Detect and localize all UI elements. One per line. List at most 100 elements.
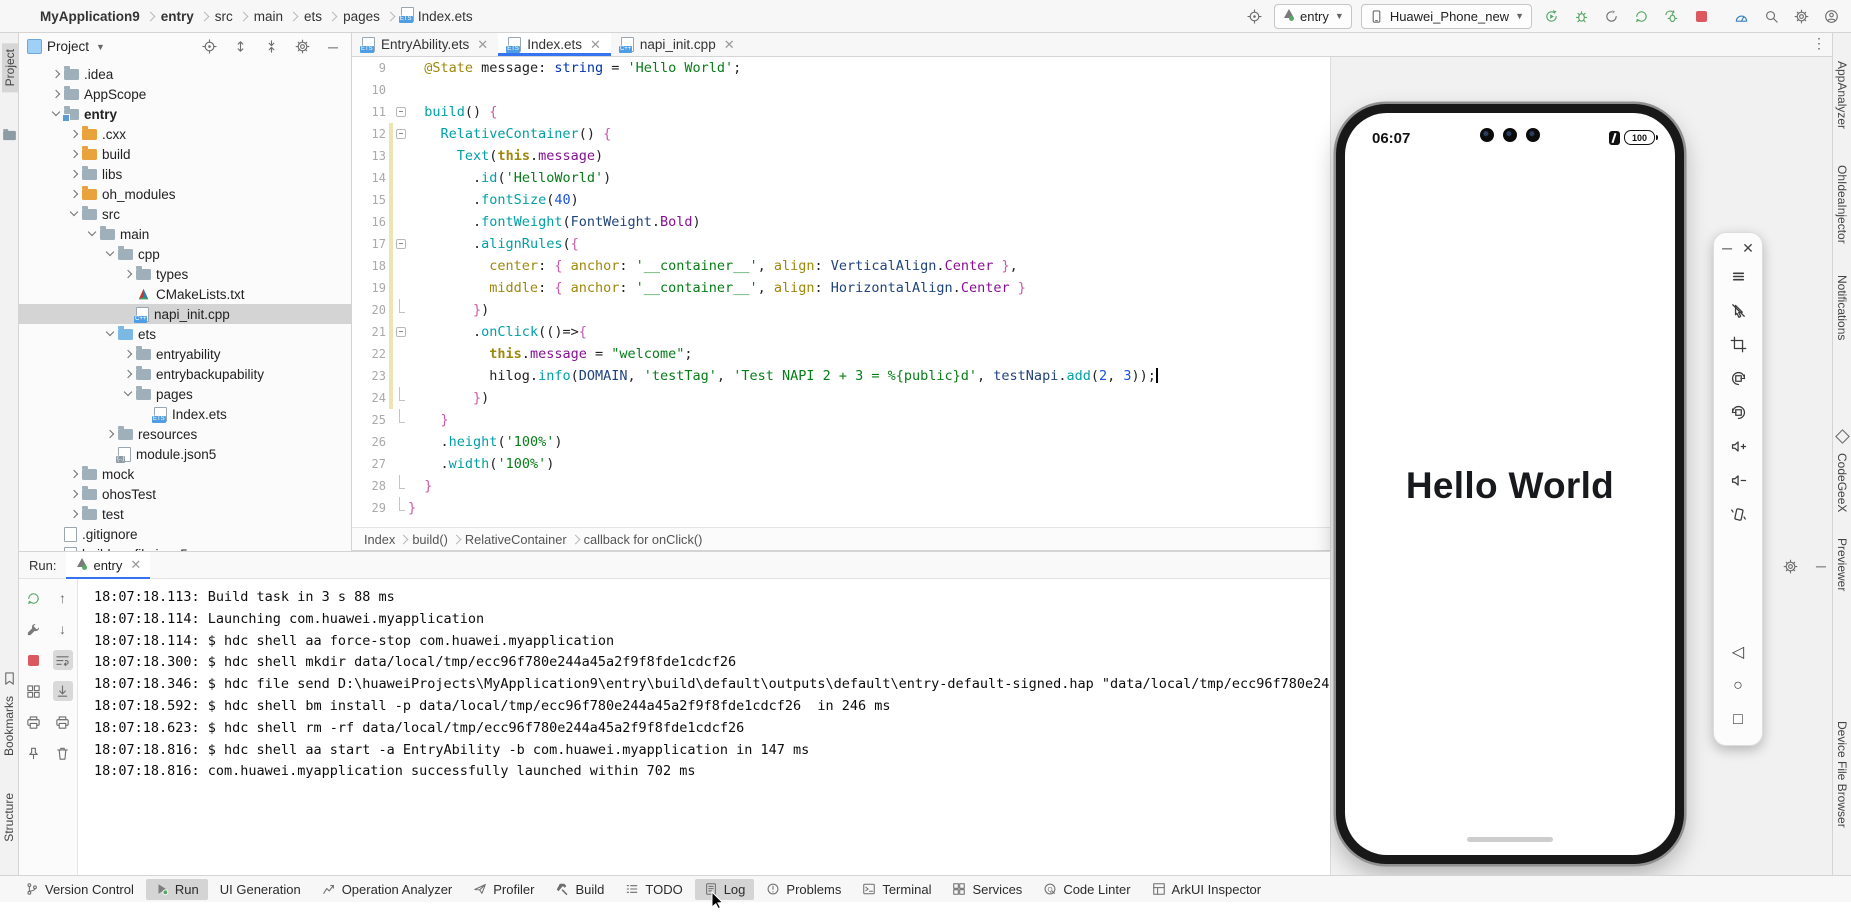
menu-icon[interactable] [1714,259,1762,293]
up-icon[interactable]: ↑ [53,588,73,608]
breadcrumb-item-myapplication9[interactable]: MyApplication9 [38,9,142,24]
code-line-26[interactable]: 26 .height('100%') [352,431,1330,453]
fold-marker[interactable] [393,475,408,497]
tree-item-src[interactable]: src [19,204,351,224]
hide-icon[interactable]: ─ [323,37,343,57]
down-icon[interactable]: ↓ [53,619,73,639]
search-icon[interactable] [1761,6,1781,26]
tool-strip-notifications[interactable]: Notifications [1835,275,1849,340]
bookmark-icon[interactable] [2,671,17,686]
editor-options-kebab-icon[interactable]: ⋮ [1812,35,1826,52]
tree-item-ohostest[interactable]: ohosTest [19,484,351,504]
code-line-15[interactable]: 15 .fontSize(40) [352,189,1330,211]
statusbar-item-ui-generation[interactable]: UI Generation [211,879,310,900]
tree-item-entryability[interactable]: entryability [19,344,351,364]
code-line-11[interactable]: 11 build() { [352,101,1330,123]
breadcrumb-item-pages[interactable]: pages [341,9,382,24]
statusbar-item-operation-analyzer[interactable]: Operation Analyzer [313,879,462,900]
home-icon[interactable]: ○ [1714,669,1762,703]
fold-marker[interactable] [393,101,408,123]
collapse-all-icon[interactable] [261,37,281,57]
fold-marker[interactable] [393,123,408,145]
volume-down-icon[interactable] [1714,463,1762,497]
clear-icon[interactable] [53,743,73,763]
code-line-28[interactable]: 28 } [352,475,1330,497]
tool-strip-appanalyzer[interactable]: AppAnalyzer [1835,61,1849,129]
code-line-13[interactable]: 13 Text(this.message) [352,145,1330,167]
code-line-18[interactable]: 18 center: { anchor: '__container__', al… [352,255,1330,277]
breadcrumb-item-ets[interactable]: ets [302,9,324,24]
tree-item-gitignore[interactable]: .gitignore [19,524,351,544]
rotate-cw-icon[interactable] [1714,395,1762,429]
statusbar-item-arkui-inspector[interactable]: ArkUI Inspector [1143,879,1271,900]
tree-item-idea[interactable]: .idea [19,64,351,84]
breadcrumb-item-index-ets[interactable]: ETSIndex.ets [399,7,475,25]
statusbar-item-services[interactable]: Services [943,879,1031,900]
chevron-right-icon[interactable] [68,168,80,180]
tool-strip-project[interactable]: Project [2,43,18,92]
chevron-right-icon[interactable] [68,488,80,500]
rerun-icon[interactable] [1631,6,1651,26]
back-icon[interactable]: ◁ [1714,635,1762,669]
run-console-output[interactable]: 18:07:18.113: Build task in 3 s 88 ms18:… [78,579,1330,875]
debug-restart-icon[interactable] [1661,6,1681,26]
code-line-23[interactable]: 23 hilog.info(DOMAIN, 'testTag', 'Test N… [352,365,1330,387]
attach-debugger-icon[interactable] [1601,6,1621,26]
printer-icon[interactable] [53,712,73,732]
tree-item-libs[interactable]: libs [19,164,351,184]
tree-item-cxx[interactable]: .cxx [19,124,351,144]
tree-item-index-ets[interactable]: ETSIndex.ets [19,404,351,424]
chevron-down-icon[interactable] [50,108,62,120]
tab-napi-init-cpp[interactable]: C++napi_init.cpp✕ [611,33,745,56]
statusbar-item-build[interactable]: Build [546,879,613,900]
app-hello-world-text[interactable]: Hello World [1345,465,1675,507]
chevron-down-icon[interactable] [68,208,80,220]
close-icon[interactable]: ✕ [130,557,141,573]
tree-item-napi-init-cpp[interactable]: C++napi_init.cpp [19,304,351,324]
pin-icon[interactable] [24,743,44,763]
tree-item-ets[interactable]: ets [19,324,351,344]
tree-item-module-json5[interactable]: {..}module.json5 [19,444,351,464]
printer-icon[interactable] [24,712,44,732]
code-line-27[interactable]: 27 .width('100%') [352,453,1330,475]
tree-item-resources[interactable]: resources [19,424,351,444]
run-icon[interactable] [1541,6,1561,26]
scroll-end-icon[interactable] [53,681,73,701]
close-icon[interactable]: ✕ [590,37,601,53]
tree-item-appscope[interactable]: AppScope [19,84,351,104]
tool-strip-structure[interactable]: Structure [2,793,16,842]
tab-entryability-ets[interactable]: ETSEntryAbility.ets✕ [352,33,498,56]
chevron-down-icon[interactable]: ▼ [96,42,105,52]
device-selector[interactable]: Huawei_Phone_new ▼ [1361,4,1532,29]
profiler-icon[interactable] [1731,6,1751,26]
tool-strip-previewer[interactable]: Previewer [1835,538,1849,591]
breadcrumb-item-src[interactable]: src [213,9,235,24]
chevron-right-icon[interactable] [122,348,134,360]
codegeex-icon[interactable] [1835,429,1850,444]
tab-index-ets[interactable]: ETSIndex.ets✕ [498,33,611,56]
tree-item-mock[interactable]: mock [19,464,351,484]
rotate-ccw-icon[interactable] [1714,361,1762,395]
editor-breadcrumb-build[interactable]: build() [412,532,448,547]
chevron-down-icon[interactable] [122,388,134,400]
chevron-right-icon[interactable] [104,428,116,440]
statusbar-item-todo[interactable]: TODO [616,879,691,900]
tree-item-cpp[interactable]: cpp [19,244,351,264]
fold-marker[interactable] [393,233,408,255]
chevron-right-icon[interactable] [68,468,80,480]
wrench-icon[interactable] [24,619,44,639]
code-line-10[interactable]: 10 [352,79,1330,101]
statusbar-item-code-linter[interactable]: QCode Linter [1034,879,1139,900]
statusbar-item-problems[interactable]: Problems [757,879,850,900]
tree-item-entrybackupability[interactable]: entrybackupability [19,364,351,384]
chevron-right-icon[interactable] [122,368,134,380]
code-line-24[interactable]: 24 }) [352,387,1330,409]
minimize-icon[interactable]: ─ [1722,241,1732,255]
debug-icon[interactable] [1571,6,1591,26]
statusbar-item-run[interactable]: Run [146,879,208,900]
tool-strip-bookmarks[interactable]: Bookmarks [2,696,16,756]
chevron-right-icon[interactable] [50,68,62,80]
settings-icon[interactable] [1791,6,1811,26]
code-line-21[interactable]: 21 .onClick(()=>{ [352,321,1330,343]
account-icon[interactable] [1821,6,1841,26]
